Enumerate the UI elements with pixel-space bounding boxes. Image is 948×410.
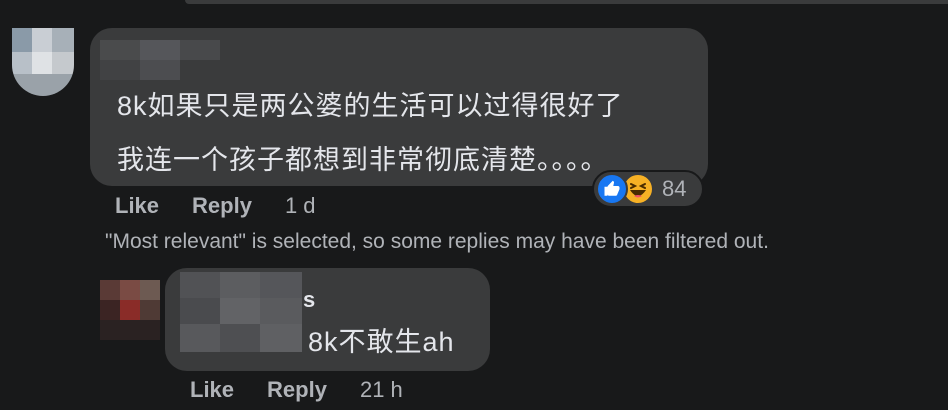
author-name[interactable]: s [303, 287, 315, 313]
reply-text: 8k不敢生ah [308, 327, 455, 357]
comment-text-line-1: 8k如果只是两公婆的生活可以过得很好了 [117, 91, 624, 121]
author-name-redacted[interactable] [180, 272, 302, 352]
comment-timestamp[interactable]: 1 d [285, 193, 316, 219]
avatar[interactable] [12, 28, 74, 96]
filter-notice: "Most relevant" is selected, so some rep… [105, 230, 769, 253]
reply-button[interactable]: Reply [267, 377, 327, 403]
author-name-redacted[interactable] [100, 40, 220, 80]
previous-comment-edge [185, 0, 948, 4]
reply-actions: Like Reply 21 h [190, 377, 403, 403]
reply-button[interactable]: Reply [192, 193, 252, 219]
avatar[interactable] [100, 280, 160, 340]
comment-text-line-2: 我连一个孩子都想到非常彻底清楚。。。。 [117, 145, 609, 175]
reaction-count: 84 [662, 176, 687, 201]
like-icon [596, 173, 628, 205]
like-button[interactable]: Like [190, 377, 234, 403]
comment-actions: Like Reply 1 d [115, 193, 316, 219]
reply-timestamp[interactable]: 21 h [360, 377, 403, 403]
reaction-summary[interactable]: 84 [592, 170, 704, 208]
like-button[interactable]: Like [115, 193, 159, 219]
comment-thread: 8k如果只是两公婆的生活可以过得很好了 我连一个孩子都想到非常彻底清楚。。。。 … [0, 0, 948, 410]
